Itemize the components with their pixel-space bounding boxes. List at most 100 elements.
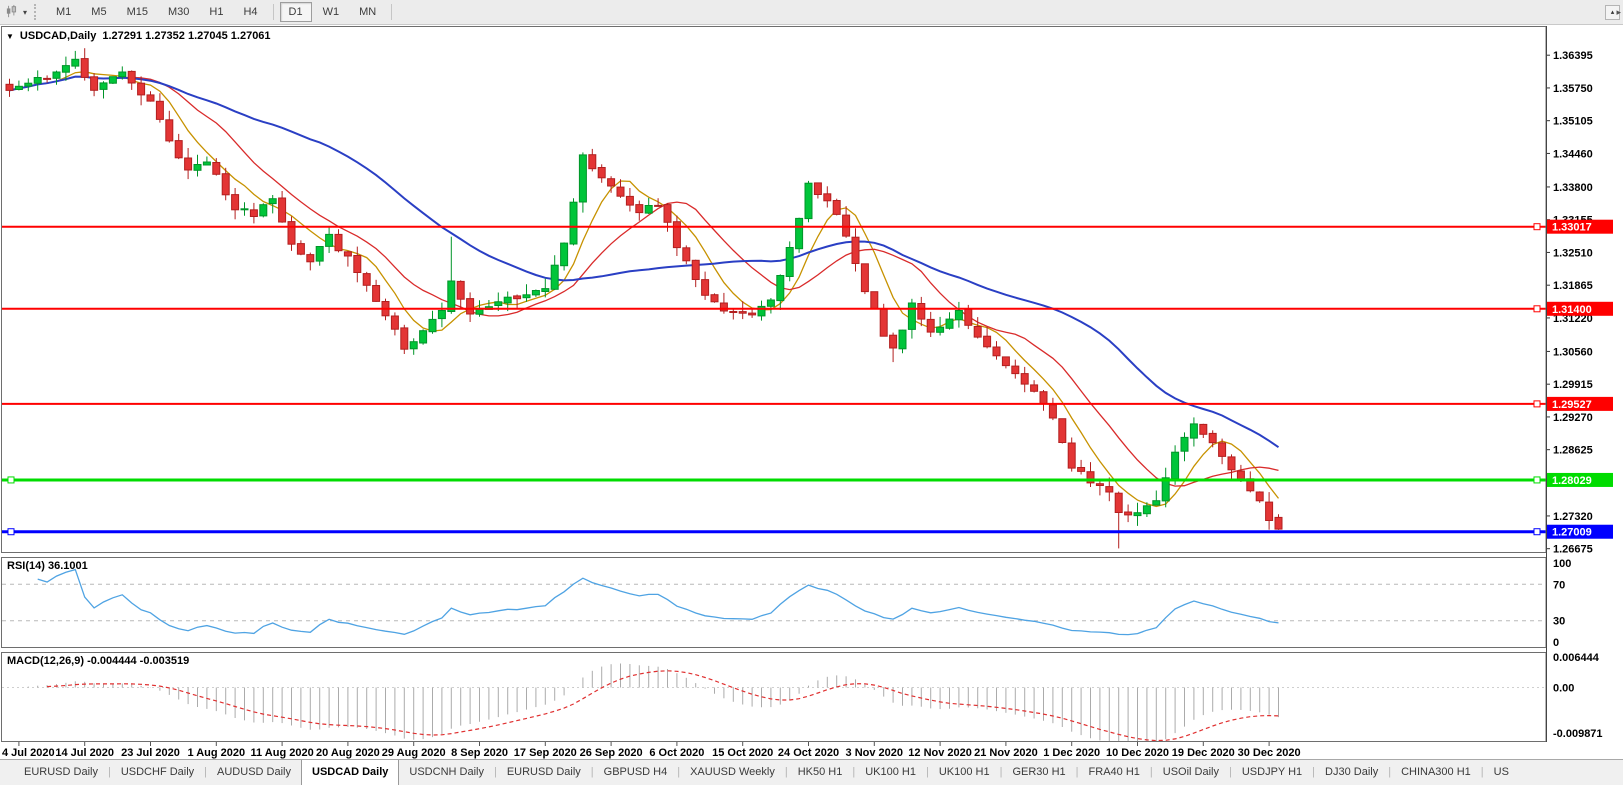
trading-platform-window: ▾ M1M5M15M30H1H4D1W1MN ▴ 1.363951.357501… xyxy=(0,0,1623,785)
timeframe-button-mn[interactable]: MN xyxy=(350,2,385,22)
date-axis-label: 26 Sep 2020 xyxy=(580,747,643,759)
date-axis-label: 21 Nov 2020 xyxy=(974,747,1038,759)
date-axis-label: 1 Dec 2020 xyxy=(1043,747,1100,759)
macd-scale-label: 0.00 xyxy=(1553,683,1574,695)
chart-tabbar: EURUSD Daily|USDCHF Daily|AUDUSD DailyUS… xyxy=(0,759,1623,785)
date-axis-label: 14 Jul 2020 xyxy=(55,747,114,759)
chart-tab-usdchf-daily-1[interactable]: USDCHF Daily xyxy=(111,760,204,785)
price-tick-label: 1.32510 xyxy=(1553,247,1593,259)
price-tick-label: 1.30560 xyxy=(1553,346,1593,358)
price-tick-label: 1.35750 xyxy=(1553,83,1593,95)
chart-tab-xauusd-weekly-7[interactable]: XAUUSD Weekly xyxy=(680,760,785,785)
chevron-down-icon[interactable]: ▾ xyxy=(23,8,27,17)
timeframe-button-w1[interactable]: W1 xyxy=(314,2,349,22)
date-axis-label: 20 Aug 2020 xyxy=(316,747,380,759)
moving-averages-layer xyxy=(10,72,1279,507)
chart-window: 1.363951.357501.351051.344601.338001.331… xyxy=(0,26,1623,759)
timeframe-buttons: M1M5M15M30H1H4 D1W1MN xyxy=(46,2,386,22)
chart-tab-eurusd-daily-5[interactable]: EURUSD Daily xyxy=(497,760,591,785)
chart-tab-usoil-daily-13[interactable]: USOil Daily xyxy=(1153,760,1229,785)
timeframe-button-h1[interactable]: H1 xyxy=(200,2,232,22)
ma-13-line xyxy=(10,77,1279,487)
price-tag-label: 1.27009 xyxy=(1552,527,1592,539)
ma-34-line xyxy=(10,77,1279,448)
hline-handle[interactable] xyxy=(1534,401,1540,407)
hline-handle[interactable] xyxy=(1534,477,1540,483)
price-tag-label: 1.29527 xyxy=(1552,399,1592,411)
toolbar-separator xyxy=(391,4,392,20)
chart-title: ▼ USDCAD,Daily 1.27291 1.27352 1.27045 1… xyxy=(6,30,271,42)
macd-layer xyxy=(28,664,1278,747)
chart-tab-gbpusd-h4-6[interactable]: GBPUSD H4 xyxy=(594,760,678,785)
chart-tab-china300-h1-16[interactable]: CHINA300 H1 xyxy=(1391,760,1481,785)
macd-indicator-label: MACD(12,26,9) -0.004444 -0.003519 xyxy=(7,655,189,667)
date-axis-label: 11 Aug 2020 xyxy=(251,747,314,759)
price-tag-label: 1.31400 xyxy=(1552,304,1592,316)
price-tick-label: 1.26675 xyxy=(1553,544,1593,556)
chart-tab-usdcad-daily-3[interactable]: USDCAD Daily xyxy=(301,760,399,785)
macd-signal-line xyxy=(47,671,1278,741)
rsi-scale-label: 70 xyxy=(1553,579,1565,591)
candles-layer xyxy=(6,48,1282,548)
price-chart-plot[interactable]: 1.363951.357501.351051.344601.338001.331… xyxy=(0,26,1623,759)
chart-collapse-arrow-icon[interactable]: ▼ xyxy=(6,32,14,41)
date-axis-label: 4 Jul 2020 xyxy=(2,747,55,759)
date-axis-label: 10 Dec 2020 xyxy=(1106,747,1169,759)
chart-tab-audusd-daily-2[interactable]: AUDUSD Daily xyxy=(207,760,301,785)
horizontal-line-objects[interactable]: 1.330171.314001.295271.280291.27009 xyxy=(2,220,1613,539)
chart-tab-us-17[interactable]: US xyxy=(1484,760,1519,785)
price-tick-label: 1.29270 xyxy=(1553,412,1593,424)
price-tick-label: 1.34460 xyxy=(1553,148,1593,160)
timeframe-button-d1[interactable]: D1 xyxy=(280,2,312,22)
price-tick-label: 1.29915 xyxy=(1553,379,1593,391)
date-axis-label: 6 Oct 2020 xyxy=(649,747,704,759)
chart-tab-fra40-h1-12[interactable]: FRA40 H1 xyxy=(1079,760,1150,785)
toolbar-drag-handle[interactable] xyxy=(34,4,39,20)
price-tick-label: 1.35105 xyxy=(1553,116,1593,128)
timeframe-button-m5[interactable]: M5 xyxy=(82,2,115,22)
rsi-layer xyxy=(38,570,1279,635)
timeframe-button-m30[interactable]: M30 xyxy=(159,2,198,22)
date-axis-label: 12 Nov 2020 xyxy=(908,747,972,759)
hline-handle[interactable] xyxy=(8,529,14,535)
toolbar-separator xyxy=(273,4,274,20)
chart-tab-uk100-h1-9[interactable]: UK100 H1 xyxy=(855,760,926,785)
macd-scale-label: -0.009871 xyxy=(1553,728,1603,740)
timeframes-toolbar: ▾ M1M5M15M30H1H4D1W1MN ▴ xyxy=(0,0,1623,25)
chart-tab-eurusd-daily-0[interactable]: EURUSD Daily xyxy=(14,760,108,785)
hline-handle[interactable] xyxy=(1534,529,1540,535)
rsi-scale-label: 0 xyxy=(1553,637,1559,649)
candlestick-icon xyxy=(6,4,20,19)
chart-toolbar-icon[interactable] xyxy=(4,4,22,20)
timeframe-button-m15[interactable]: M15 xyxy=(118,2,157,22)
date-axis-label: 23 Jul 2020 xyxy=(121,747,180,759)
price-tick-label: 1.33800 xyxy=(1553,182,1593,194)
ma-6-line xyxy=(10,72,1279,507)
chart-tab-hk50-h1-8[interactable]: HK50 H1 xyxy=(788,760,853,785)
price-tick-label: 1.36395 xyxy=(1553,50,1593,62)
date-axis-label: 30 Dec 2020 xyxy=(1238,747,1301,759)
hline-handle[interactable] xyxy=(1534,224,1540,230)
timeframe-button-m1[interactable]: M1 xyxy=(47,2,80,22)
date-axis-label: 29 Aug 2020 xyxy=(382,747,446,759)
price-tick-label: 1.31865 xyxy=(1553,280,1593,292)
chart-tab-usdcnh-daily-4[interactable]: USDCNH Daily xyxy=(399,760,494,785)
chart-symbol-period: USDCAD,Daily xyxy=(20,30,96,42)
timeframe-button-h4[interactable]: H4 xyxy=(234,2,266,22)
chart-tab-dj30-daily-15[interactable]: DJ30 Daily xyxy=(1315,760,1388,785)
chart-tab-uk100-h1-10[interactable]: UK100 H1 xyxy=(929,760,1000,785)
date-axis-label: 3 Nov 2020 xyxy=(846,747,903,759)
macd-scale-label: 0.006444 xyxy=(1553,652,1600,664)
hline-handle[interactable] xyxy=(8,477,14,483)
tabbar-scroll-right-icon[interactable]: ▸ xyxy=(1616,7,1621,18)
price-tick-label: 1.27320 xyxy=(1553,511,1593,523)
chart-tab-ger30-h1-11[interactable]: GER30 H1 xyxy=(1002,760,1075,785)
hline-handle[interactable] xyxy=(1534,306,1540,312)
chart-tab-usdjpy-h1-14[interactable]: USDJPY H1 xyxy=(1232,760,1312,785)
rsi-scale-label: 100 xyxy=(1553,558,1571,570)
date-axis-label: 1 Aug 2020 xyxy=(187,747,245,759)
chart-ohlc-values: 1.27291 1.27352 1.27045 1.27061 xyxy=(102,30,270,42)
price-tag-label: 1.28029 xyxy=(1552,475,1592,487)
rsi-scale-label: 30 xyxy=(1553,616,1565,628)
rsi-line xyxy=(38,570,1279,635)
